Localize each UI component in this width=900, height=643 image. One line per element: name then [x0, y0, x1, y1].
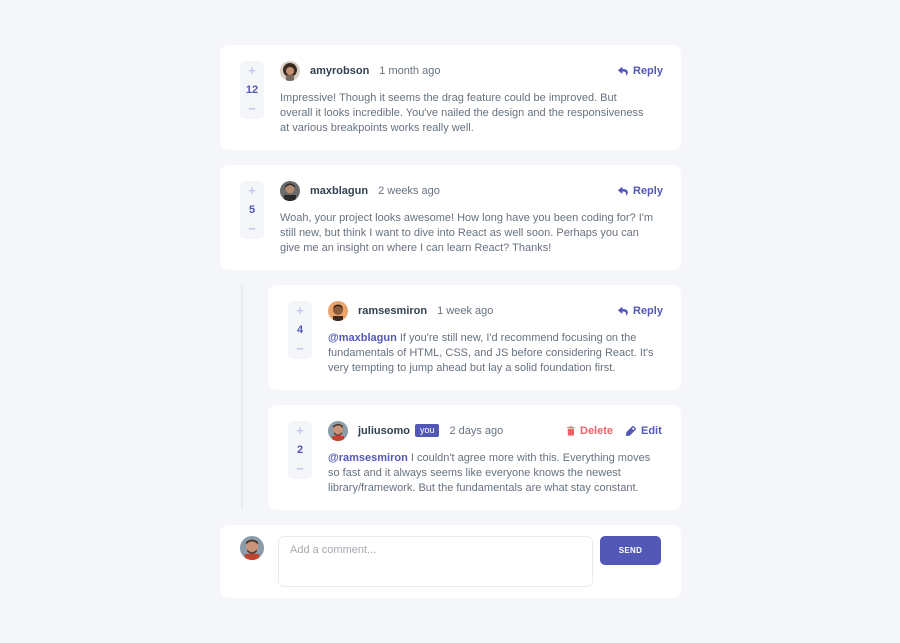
vote-count: 4: [296, 324, 304, 336]
comment-card: + 12 − amyrobson 1 month ago Reply Impre…: [220, 45, 681, 150]
avatar: [280, 60, 300, 81]
comment-text: @ramsesmiron I couldn't agree more with …: [328, 451, 658, 496]
delete-icon: [567, 426, 575, 436]
avatar: [328, 300, 348, 321]
reply-card-own: + 2 − juliusomo you 2 days ago Delete Ed…: [268, 405, 681, 510]
downvote-button[interactable]: −: [248, 222, 256, 235]
username[interactable]: amyrobson: [310, 65, 369, 77]
edit-icon: [626, 426, 636, 436]
send-button[interactable]: SEND: [600, 536, 661, 565]
timestamp: 2 weeks ago: [378, 184, 440, 197]
comment-input[interactable]: [278, 536, 593, 587]
upvote-button[interactable]: +: [248, 184, 256, 197]
downvote-button[interactable]: −: [296, 462, 304, 475]
reply-button[interactable]: Reply: [618, 185, 663, 197]
avatar: [328, 420, 348, 441]
you-badge: you: [414, 424, 440, 437]
comment-text: @maxblagun If you're still new, I'd reco…: [328, 331, 663, 376]
vote-count: 12: [245, 84, 259, 96]
reply-label: Reply: [633, 305, 663, 317]
vote-count: 5: [248, 204, 256, 216]
reply-icon: [618, 66, 628, 75]
downvote-button[interactable]: −: [296, 342, 304, 355]
add-comment-card: SEND: [220, 525, 681, 598]
mention-link[interactable]: @maxblagun: [328, 332, 397, 344]
reply-icon: [618, 186, 628, 195]
comment-header: maxblagun 2 weeks ago: [280, 180, 440, 201]
comment-body: Woah, your project looks awesome! How lo…: [280, 212, 654, 254]
avatar: [280, 180, 300, 201]
username[interactable]: maxblagun: [310, 185, 368, 197]
comment-header: ramsesmiron 1 week ago: [328, 300, 493, 321]
reply-label: Reply: [633, 185, 663, 197]
comment-text: Impressive! Though it seems the drag fea…: [280, 91, 650, 136]
mention-link[interactable]: @ramsesmiron: [328, 452, 408, 464]
reply-label: Reply: [633, 65, 663, 77]
reply-button[interactable]: Reply: [618, 65, 663, 77]
delete-label: Delete: [580, 425, 614, 437]
comment-text: Woah, your project looks awesome! How lo…: [280, 211, 660, 256]
vote-widget: + 12 −: [240, 61, 264, 119]
comment-header: juliusomo you 2 days ago: [328, 420, 503, 441]
upvote-button[interactable]: +: [296, 424, 304, 437]
vote-widget: + 4 −: [288, 301, 312, 359]
timestamp: 2 days ago: [449, 424, 504, 437]
reply-button[interactable]: Reply: [618, 305, 663, 317]
delete-button[interactable]: Delete: [567, 425, 613, 437]
reply-icon: [618, 306, 628, 315]
timestamp: 1 month ago: [379, 64, 441, 77]
username[interactable]: juliusomo: [358, 425, 410, 437]
current-user-avatar: [240, 536, 264, 560]
username[interactable]: ramsesmiron: [358, 305, 427, 317]
comment-header: amyrobson 1 month ago: [280, 60, 440, 81]
timestamp: 1 week ago: [437, 304, 494, 317]
edit-label: Edit: [641, 425, 662, 437]
comment-body: Impressive! Though it seems the drag fea…: [280, 92, 644, 134]
comment-card: + 5 − maxblagun 2 weeks ago Reply Woah, …: [220, 165, 681, 270]
downvote-button[interactable]: −: [248, 102, 256, 115]
upvote-button[interactable]: +: [248, 64, 256, 77]
upvote-button[interactable]: +: [296, 304, 304, 317]
vote-count: 2: [296, 444, 304, 456]
reply-thread-line: [241, 285, 243, 510]
edit-button[interactable]: Edit: [626, 425, 662, 437]
vote-widget: + 5 −: [240, 181, 264, 239]
vote-widget: + 2 −: [288, 421, 312, 479]
reply-card: + 4 − ramsesmiron 1 week ago Reply @maxb…: [268, 285, 681, 390]
